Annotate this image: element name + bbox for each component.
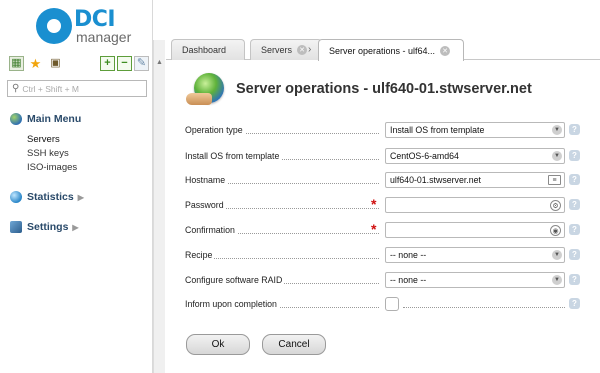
menu-search: ⚲ xyxy=(7,80,147,97)
field-label: Password xyxy=(185,200,226,210)
os-template-row: Install OS from template CentOS-6-amd64 … xyxy=(185,148,595,164)
sidebar-toolbar: ▦ ★ ▣ + − ✎ xyxy=(8,55,149,73)
field-label: Recipe xyxy=(185,250,215,260)
help-icon[interactable]: ? xyxy=(569,174,580,185)
help-icon[interactable]: ? xyxy=(569,150,580,161)
tab-label: Dashboard xyxy=(182,45,227,55)
cancel-button[interactable]: Cancel xyxy=(262,334,326,355)
field-label: Install OS from template xyxy=(185,151,282,161)
field-label: Operation type xyxy=(185,125,245,135)
statistics-menu-header[interactable]: Statistics ▶ xyxy=(10,191,84,203)
help-icon[interactable]: ? xyxy=(569,274,580,285)
chevron-down-icon[interactable]: ▼ xyxy=(552,275,562,285)
hand-icon xyxy=(186,93,212,105)
tab-dashboard[interactable]: Dashboard xyxy=(171,39,245,60)
settings-label: Settings xyxy=(27,221,69,233)
expand-all-icon[interactable]: + xyxy=(100,56,115,71)
chevron-right-icon: ▶ xyxy=(77,192,84,202)
password-input[interactable]: ⚙ xyxy=(385,197,565,213)
hostname-input[interactable]: ulf640-01.stwserver.net ≡ xyxy=(385,172,565,188)
confirmation-input[interactable]: ◉ xyxy=(385,222,565,238)
help-icon[interactable]: ? xyxy=(569,298,580,309)
hostname-row: Hostname ulf640-01.stwserver.net ≡ ? xyxy=(185,172,595,188)
field-label: Hostname xyxy=(185,175,228,185)
password-row: Password * ⚙ ? xyxy=(185,196,595,213)
search-icon: ⚲ xyxy=(12,83,20,94)
sidebar: DCI manager ▦ ★ ▣ + − ✎ ⚲ Main Menu Serv… xyxy=(0,0,153,373)
help-icon[interactable]: ? xyxy=(569,124,580,135)
settings-icon xyxy=(10,221,22,233)
select-value: Install OS from template xyxy=(390,125,485,135)
main-menu-label: Main Menu xyxy=(27,113,82,125)
chevron-down-icon[interactable]: ▼ xyxy=(552,250,562,260)
field-label: Confirmation xyxy=(185,225,237,235)
software-raid-row: Configure software RAID -- none -- ▼ ? xyxy=(185,272,595,288)
tab-bar: Dashboard Servers ✕ › Server operations … xyxy=(166,30,600,61)
operation-type-select[interactable]: Install OS from template ▼ xyxy=(385,122,565,138)
chevron-right-icon: ▶ xyxy=(72,222,79,232)
leader-dots xyxy=(403,307,565,308)
collapse-all-icon[interactable]: − xyxy=(117,56,132,71)
inform-completion-row: Inform upon completion ? xyxy=(185,296,595,312)
recipe-row: Recipe -- none -- ▼ ? xyxy=(185,247,595,263)
sidebar-item-ssh-keys[interactable]: SSH keys xyxy=(27,148,69,159)
close-tab-icon[interactable]: ✕ xyxy=(297,45,308,55)
required-asterisk-icon: * xyxy=(371,221,377,237)
main-menu-header[interactable]: Main Menu xyxy=(10,113,81,125)
select-value: -- none -- xyxy=(390,275,427,285)
id-card-icon[interactable]: ≡ xyxy=(548,175,561,185)
logo-title: DCI xyxy=(74,7,116,32)
software-raid-select[interactable]: -- none -- ▼ xyxy=(385,272,565,288)
chevron-down-icon[interactable]: ▼ xyxy=(552,125,562,135)
generate-password-icon[interactable]: ⚙ xyxy=(550,200,561,211)
logo-icon xyxy=(36,8,72,44)
page-title: Server operations - ulf640-01.stwserver.… xyxy=(236,81,532,97)
dci-manager-logo[interactable]: DCI manager xyxy=(36,8,146,48)
server-operations-icon xyxy=(186,73,230,107)
help-icon[interactable]: ? xyxy=(569,224,580,235)
pin-icon[interactable]: ✎ xyxy=(134,56,149,71)
show-password-icon[interactable]: ◉ xyxy=(550,225,561,236)
settings-menu-header[interactable]: Settings ▶ xyxy=(10,221,79,233)
required-asterisk-icon: * xyxy=(371,196,377,212)
field-label: Inform upon completion xyxy=(185,299,279,309)
scroll-up-icon[interactable]: ▲ xyxy=(156,59,163,66)
tab-server-operations[interactable]: Server operations - ulf64... ✕ xyxy=(318,39,464,61)
inform-completion-checkbox[interactable] xyxy=(385,297,399,311)
ok-button[interactable]: Ok xyxy=(186,334,250,355)
menu-search-input[interactable] xyxy=(22,83,133,94)
logo-subtitle: manager xyxy=(76,29,132,45)
sidebar-item-iso-images[interactable]: ISO-images xyxy=(27,162,77,173)
os-template-select[interactable]: CentOS-6-amd64 ▼ xyxy=(385,148,565,164)
package-icon[interactable]: ▣ xyxy=(48,56,63,71)
menu-view-icon[interactable]: ▦ xyxy=(9,56,24,71)
help-icon[interactable]: ? xyxy=(569,199,580,210)
help-icon[interactable]: ? xyxy=(569,249,580,260)
close-tab-icon[interactable]: ✕ xyxy=(440,45,451,56)
sidebar-scrollbar[interactable]: ▲ xyxy=(153,40,165,373)
input-value: ulf640-01.stwserver.net xyxy=(390,175,481,185)
chevron-down-icon[interactable]: ▼ xyxy=(552,151,562,161)
sidebar-item-servers[interactable]: Servers xyxy=(27,134,60,145)
select-value: -- none -- xyxy=(390,250,427,260)
statistics-label: Statistics xyxy=(27,191,74,203)
confirmation-row: Confirmation * ◉ ? xyxy=(185,221,595,238)
field-label: Configure software RAID xyxy=(185,275,285,285)
favorites-star-icon[interactable]: ★ xyxy=(28,56,43,71)
main-content: Server operations - ulf640-01.stwserver.… xyxy=(166,61,600,373)
tab-label: Servers xyxy=(261,45,293,55)
statistics-icon xyxy=(10,191,22,203)
operation-type-row: Operation type Install OS from template … xyxy=(185,122,595,138)
chevron-right-icon: › xyxy=(308,44,312,55)
select-value: CentOS-6-amd64 xyxy=(390,151,459,161)
globe-icon xyxy=(10,113,22,125)
recipe-select[interactable]: -- none -- ▼ xyxy=(385,247,565,263)
tab-label: Server operations - ulf64... xyxy=(329,45,436,56)
